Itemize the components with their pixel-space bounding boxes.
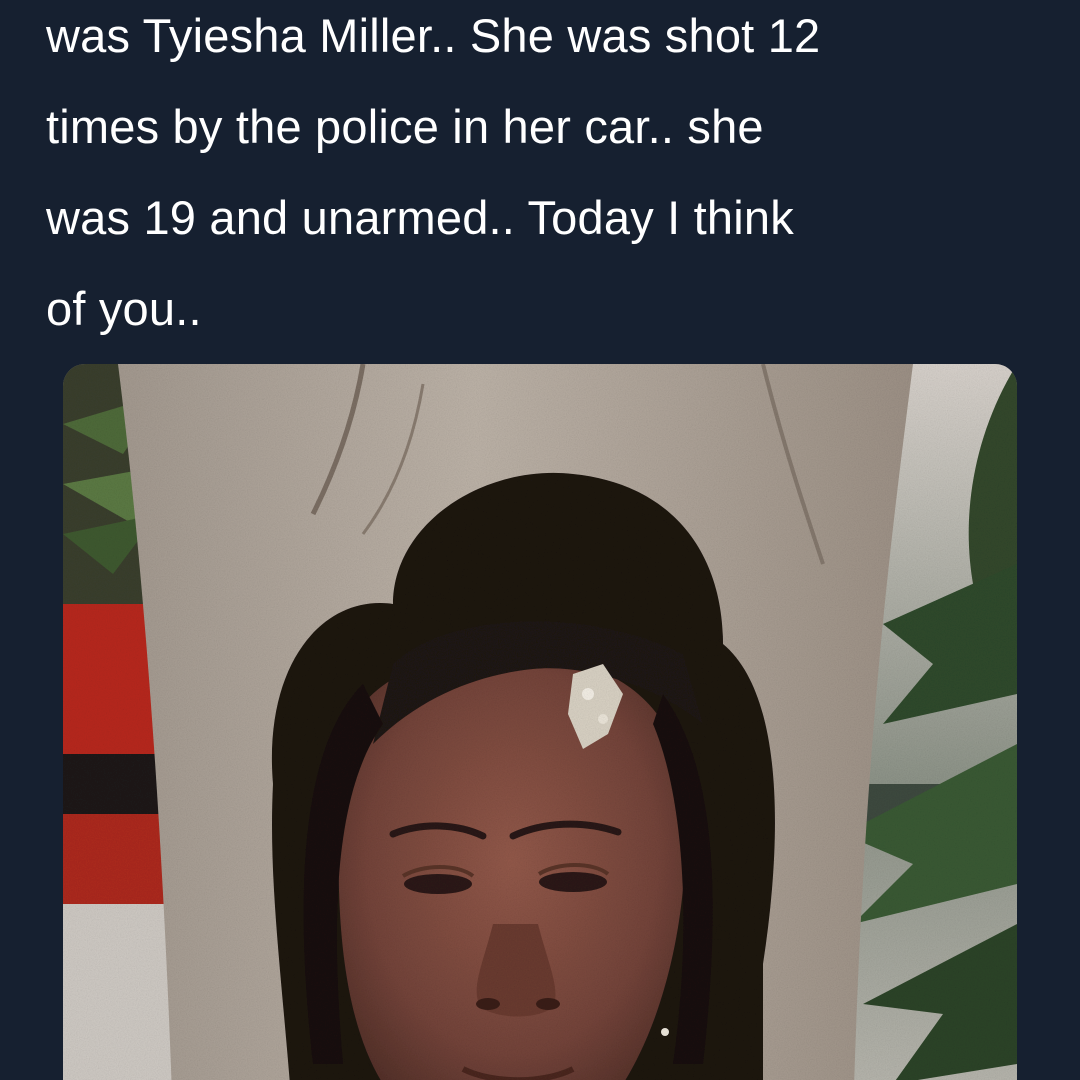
right-eye: [539, 872, 607, 892]
tweet-text-line-1: was Tyiesha Miller.. She was shot 12: [46, 9, 821, 62]
tweet-text-line-3: was 19 and unarmed.. Today I think: [46, 191, 794, 244]
tweet-media-photo[interactable]: [63, 364, 1017, 1080]
left-eye: [404, 874, 472, 894]
tweet-text-line-4: of you..: [46, 282, 202, 335]
portrait-photo-icon: [63, 364, 1017, 1080]
red-wall-lower: [63, 814, 173, 904]
left-ground: [63, 904, 173, 1080]
tweet-text-line-2: times by the police in her car.. she: [46, 100, 764, 153]
tweet-text: was Tyiesha Miller.. She was shot 12 tim…: [46, 0, 1046, 354]
